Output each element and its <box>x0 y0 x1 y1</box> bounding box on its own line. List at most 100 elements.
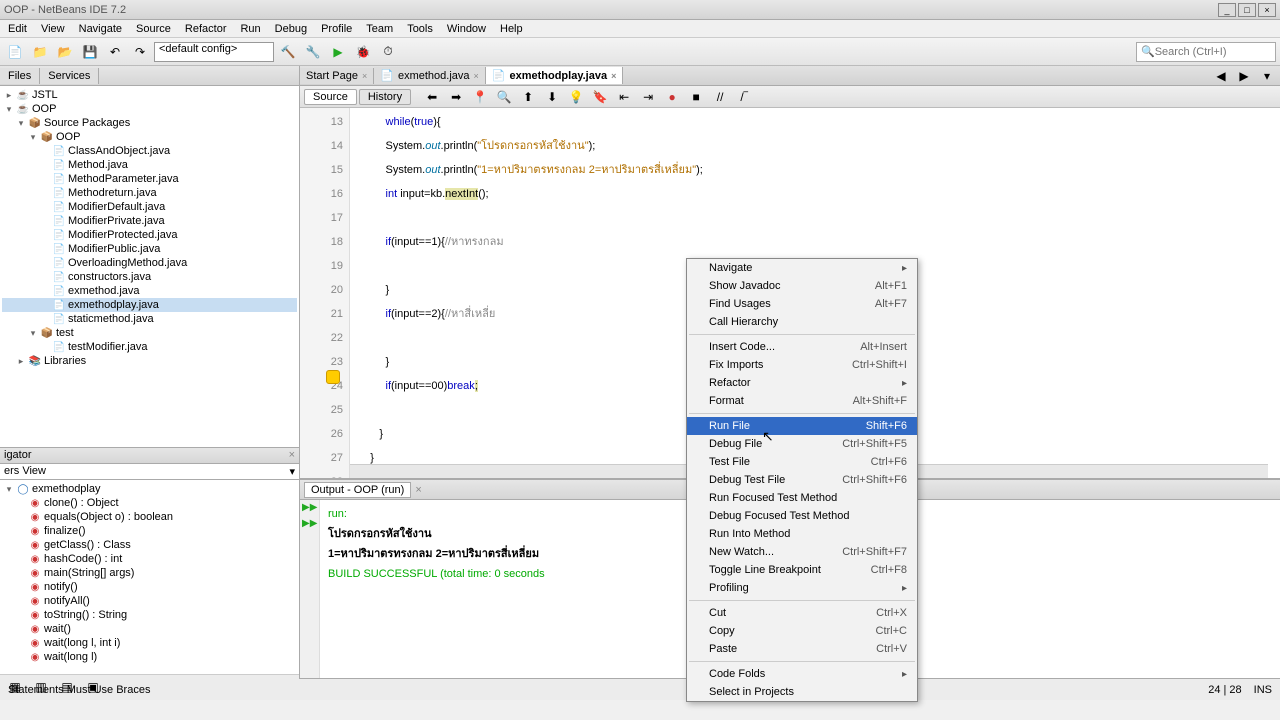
nav-member[interactable]: ◉equals(Object o) : boolean <box>2 510 297 524</box>
ctx-navigate[interactable]: Navigate <box>687 259 917 277</box>
profile-icon[interactable]: ⏱ <box>377 41 399 63</box>
ctx-run-focused-test-method[interactable]: Run Focused Test Method <box>687 489 917 507</box>
minimize-button[interactable]: _ <box>1218 3 1236 17</box>
ctx-select-in-projects[interactable]: Select in Projects <box>687 683 917 701</box>
ctx-debug-file[interactable]: Debug FileCtrl+Shift+F5 <box>687 435 917 453</box>
navigator-view[interactable]: ers View <box>4 465 46 477</box>
tab-exmethod[interactable]: 📄exmethod.java× <box>374 67 486 84</box>
close-button[interactable]: × <box>1258 3 1276 17</box>
ctx-refactor[interactable]: Refactor <box>687 374 917 392</box>
project-tree[interactable]: ▸☕JSTL▾☕OOP▾📦Source Packages▾📦OOP📄ClassA… <box>0 86 299 447</box>
find-prev-icon[interactable]: ⬆ <box>517 86 539 108</box>
next-tab-icon[interactable]: ▶ <box>1233 65 1255 87</box>
nav-member[interactable]: ◉main(String[] args) <box>2 566 297 580</box>
stop-icon[interactable]: ▶▶ <box>302 518 316 532</box>
build-icon[interactable]: 🔨 <box>277 41 299 63</box>
tree-jstl[interactable]: ▸☕JSTL <box>2 88 297 102</box>
code-area[interactable]: while(true){ System.out.println("โปรดกรอ… <box>350 108 711 478</box>
menu-source[interactable]: Source <box>130 22 177 36</box>
tree-file[interactable]: 📄staticmethod.java <box>2 312 297 326</box>
context-menu[interactable]: NavigateShow JavadocAlt+F1Find UsagesAlt… <box>686 258 918 702</box>
undo-icon[interactable]: ↶ <box>104 41 126 63</box>
ctx-copy[interactable]: CopyCtrl+C <box>687 622 917 640</box>
search-box[interactable]: 🔍 <box>1136 42 1276 62</box>
nav-member[interactable]: ◉notify() <box>2 580 297 594</box>
tree-file[interactable]: 📄Method.java <box>2 158 297 172</box>
tab-list-icon[interactable]: ▾ <box>1256 65 1278 87</box>
tree-file[interactable]: 📄exmethodplay.java <box>2 298 297 312</box>
ctx-run-into-method[interactable]: Run Into Method <box>687 525 917 543</box>
find-next-icon[interactable]: ⬇ <box>541 86 563 108</box>
nav-back-icon[interactable]: ⬅ <box>421 86 443 108</box>
last-edit-icon[interactable]: 📍 <box>469 86 491 108</box>
ctx-new-watch-[interactable]: New Watch...Ctrl+Shift+F7 <box>687 543 917 561</box>
ctx-debug-focused-test-method[interactable]: Debug Focused Test Method <box>687 507 917 525</box>
nav-member[interactable]: ◉wait(long l) <box>2 650 297 664</box>
output-text[interactable]: run: โปรดกรอกรหัสใช้งาน 1=หาปริมาตรทรงกล… <box>320 500 553 678</box>
tree-file[interactable]: 📄MethodParameter.java <box>2 172 297 186</box>
ctx-fix-imports[interactable]: Fix ImportsCtrl+Shift+I <box>687 356 917 374</box>
tree-file[interactable]: 📄constructors.java <box>2 270 297 284</box>
tree-file[interactable]: 📄ModifierPublic.java <box>2 242 297 256</box>
ctx-call-hierarchy[interactable]: Call Hierarchy <box>687 313 917 331</box>
tree-file[interactable]: 📄exmethod.java <box>2 284 297 298</box>
shift-left-icon[interactable]: ⇤ <box>613 86 635 108</box>
ctx-profiling[interactable]: Profiling <box>687 579 917 597</box>
tree-file[interactable]: 📄ClassAndObject.java <box>2 144 297 158</box>
toggle-hl-icon[interactable]: 💡 <box>565 86 587 108</box>
menu-run[interactable]: Run <box>234 22 266 36</box>
search-input[interactable] <box>1155 46 1255 58</box>
tree-file[interactable]: 📄OverloadingMethod.java <box>2 256 297 270</box>
menu-help[interactable]: Help <box>494 22 529 36</box>
menu-view[interactable]: View <box>35 22 71 36</box>
clean-build-icon[interactable]: 🔧 <box>302 41 324 63</box>
tree-file[interactable]: 📄ModifierProtected.java <box>2 228 297 242</box>
nav-member[interactable]: ◉getClass() : Class <box>2 538 297 552</box>
ctx-insert-code-[interactable]: Insert Code...Alt+Insert <box>687 338 917 356</box>
warning-icon[interactable] <box>326 370 340 384</box>
config-select[interactable]: <default config> <box>154 42 274 62</box>
history-button[interactable]: History <box>359 89 411 105</box>
menu-navigate[interactable]: Navigate <box>73 22 128 36</box>
rerun-icon[interactable]: ▶▶ <box>302 502 316 516</box>
tab-start-page[interactable]: Start Page× <box>300 68 374 84</box>
menu-edit[interactable]: Edit <box>2 22 33 36</box>
tab-services[interactable]: Services <box>40 68 99 84</box>
ctx-toggle-line-breakpoint[interactable]: Toggle Line BreakpointCtrl+F8 <box>687 561 917 579</box>
close-icon[interactable]: × <box>289 449 295 461</box>
comment-icon[interactable]: // <box>709 86 731 108</box>
redo-icon[interactable]: ↷ <box>129 41 151 63</box>
nav-member[interactable]: ◉notifyAll() <box>2 594 297 608</box>
menu-refactor[interactable]: Refactor <box>179 22 233 36</box>
ctx-show-javadoc[interactable]: Show JavadocAlt+F1 <box>687 277 917 295</box>
close-icon[interactable]: × <box>415 484 421 496</box>
ctx-format[interactable]: FormatAlt+Shift+F <box>687 392 917 410</box>
tree-oop[interactable]: ▾☕OOP <box>2 102 297 116</box>
nav-member[interactable]: ◉hashCode() : int <box>2 552 297 566</box>
close-icon[interactable]: × <box>611 71 616 81</box>
menu-debug[interactable]: Debug <box>269 22 313 36</box>
save-all-icon[interactable]: 💾 <box>79 41 101 63</box>
new-file-icon[interactable]: 📄 <box>4 41 26 63</box>
ctx-code-folds[interactable]: Code Folds <box>687 665 917 683</box>
close-icon[interactable]: × <box>362 71 367 81</box>
run-icon[interactable]: ▶ <box>327 41 349 63</box>
source-button[interactable]: Source <box>304 89 357 105</box>
members-tree[interactable]: ▾◯exmethodplay◉clone() : Object◉equals(O… <box>0 480 299 674</box>
ctx-paste[interactable]: PasteCtrl+V <box>687 640 917 658</box>
new-project-icon[interactable]: 📁 <box>29 41 51 63</box>
menu-tools[interactable]: Tools <box>401 22 439 36</box>
open-icon[interactable]: 📂 <box>54 41 76 63</box>
menu-profile[interactable]: Profile <box>315 22 358 36</box>
find-sel-icon[interactable]: 🔍 <box>493 86 515 108</box>
ctx-debug-test-file[interactable]: Debug Test FileCtrl+Shift+F6 <box>687 471 917 489</box>
uncomment-icon[interactable]: /‾ <box>733 86 755 108</box>
nav-member[interactable]: ◉wait(long l, int i) <box>2 636 297 650</box>
macro-stop-icon[interactable]: ■ <box>685 86 707 108</box>
tree-pkg-test[interactable]: ▾📦test <box>2 326 297 340</box>
menu-team[interactable]: Team <box>360 22 399 36</box>
tree-file[interactable]: 📄ModifierDefault.java <box>2 200 297 214</box>
tab-files[interactable]: Files <box>0 68 40 84</box>
menu-window[interactable]: Window <box>441 22 492 36</box>
maximize-button[interactable]: □ <box>1238 3 1256 17</box>
